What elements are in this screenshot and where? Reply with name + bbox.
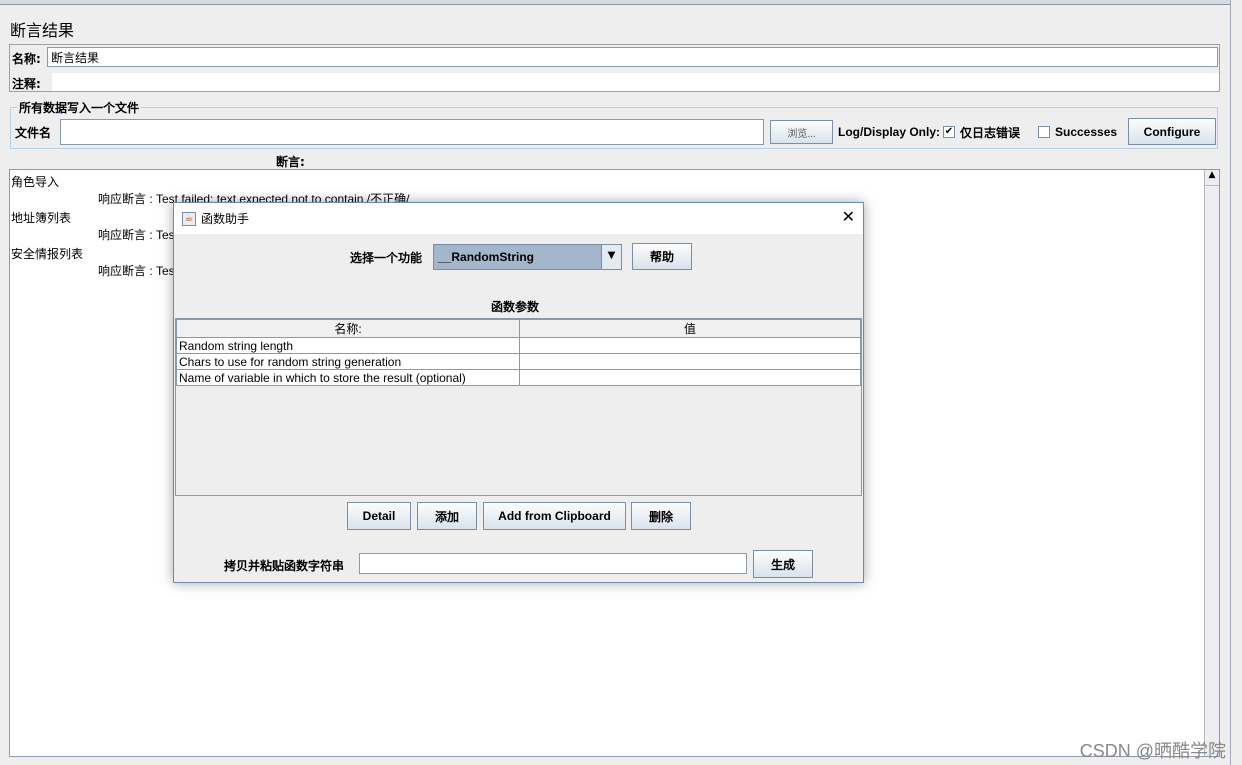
- select-function-label: 选择一个功能: [350, 251, 423, 265]
- param-value[interactable]: [519, 369, 861, 386]
- help-button[interactable]: 帮助: [632, 243, 692, 270]
- column-header-value[interactable]: 值: [519, 319, 861, 338]
- errors-only-checkbox[interactable]: ✔: [943, 126, 955, 138]
- group-legend: 所有数据写入一个文件: [17, 99, 142, 116]
- table-row: Random string length: [176, 337, 861, 354]
- log-display-label: Log/Display Only:: [838, 125, 941, 139]
- function-string-input[interactable]: [359, 553, 747, 574]
- param-name[interactable]: Chars to use for random string generatio…: [176, 353, 520, 370]
- function-helper-dialog: ☕ 函数助手 ✕ 选择一个功能 __RandomString ▼ 帮助 函数参数…: [173, 202, 864, 583]
- params-title: 函数参数: [491, 300, 540, 314]
- result-assertion: 响应断言 : Tes: [98, 264, 175, 278]
- close-icon[interactable]: ✕: [842, 207, 855, 226]
- java-icon: ☕: [182, 211, 196, 226]
- write-to-file-group: 所有数据写入一个文件 文件名 浏览... Log/Display Only: ✔…: [10, 99, 1218, 149]
- successes-label: Successes: [1055, 125, 1118, 139]
- param-value[interactable]: [519, 353, 861, 370]
- page-title: 断言结果: [10, 21, 75, 40]
- dialog-titlebar: ☕ 函数助手 ✕: [174, 203, 863, 234]
- table-row: Chars to use for random string generatio…: [176, 353, 861, 370]
- name-label: 名称:: [12, 52, 41, 66]
- top-bar: [0, 0, 1230, 5]
- detail-button[interactable]: Detail: [347, 502, 411, 530]
- assertions-label: 断言:: [276, 155, 305, 169]
- scroll-up-icon[interactable]: ▲: [1205, 170, 1219, 186]
- result-sampler: 安全情报列表: [11, 247, 84, 261]
- result-sampler: 角色导入: [11, 175, 60, 189]
- table-header-row: 名称: 值: [176, 319, 861, 338]
- configure-button[interactable]: Configure: [1128, 118, 1216, 145]
- selected-function: __RandomString: [438, 250, 535, 264]
- name-input[interactable]: [47, 47, 1218, 67]
- add-button[interactable]: 添加: [417, 502, 477, 530]
- column-header-name[interactable]: 名称:: [176, 319, 520, 338]
- add-from-clipboard-button[interactable]: Add from Clipboard: [483, 502, 626, 530]
- generate-button[interactable]: 生成: [753, 550, 813, 578]
- comment-input[interactable]: [52, 73, 1219, 91]
- param-name[interactable]: Random string length: [176, 337, 520, 354]
- vertical-scrollbar[interactable]: ▲: [1204, 170, 1219, 756]
- dialog-title: 函数助手: [201, 212, 250, 226]
- name-panel: 名称: 注释:: [9, 44, 1220, 92]
- filename-label: 文件名: [15, 126, 52, 140]
- chevron-down-icon[interactable]: ▼: [601, 245, 621, 269]
- errors-only-label: 仅日志错误: [960, 126, 1021, 140]
- result-assertion: 响应断言 : Tes: [98, 228, 175, 242]
- param-name[interactable]: Name of variable in which to store the r…: [176, 369, 520, 386]
- function-select[interactable]: __RandomString ▼: [433, 244, 622, 270]
- params-table-container: 名称: 值 Random string length Chars to use f…: [175, 318, 862, 496]
- param-value[interactable]: [519, 337, 861, 354]
- result-sampler: 地址簿列表: [11, 211, 72, 225]
- browse-button[interactable]: 浏览...: [770, 120, 833, 144]
- watermark: CSDN @晒酷学院: [1079, 741, 1226, 761]
- table-row: Name of variable in which to store the r…: [176, 369, 861, 386]
- comment-label: 注释:: [12, 77, 41, 91]
- copy-string-label: 拷贝并粘贴函数字符串: [224, 559, 345, 573]
- delete-button[interactable]: 删除: [631, 502, 691, 530]
- successes-checkbox[interactable]: [1038, 126, 1050, 138]
- right-edge-panel: [1230, 0, 1242, 765]
- filename-input[interactable]: [60, 119, 764, 145]
- params-table: 名称: 值 Random string length Chars to use f…: [176, 319, 861, 386]
